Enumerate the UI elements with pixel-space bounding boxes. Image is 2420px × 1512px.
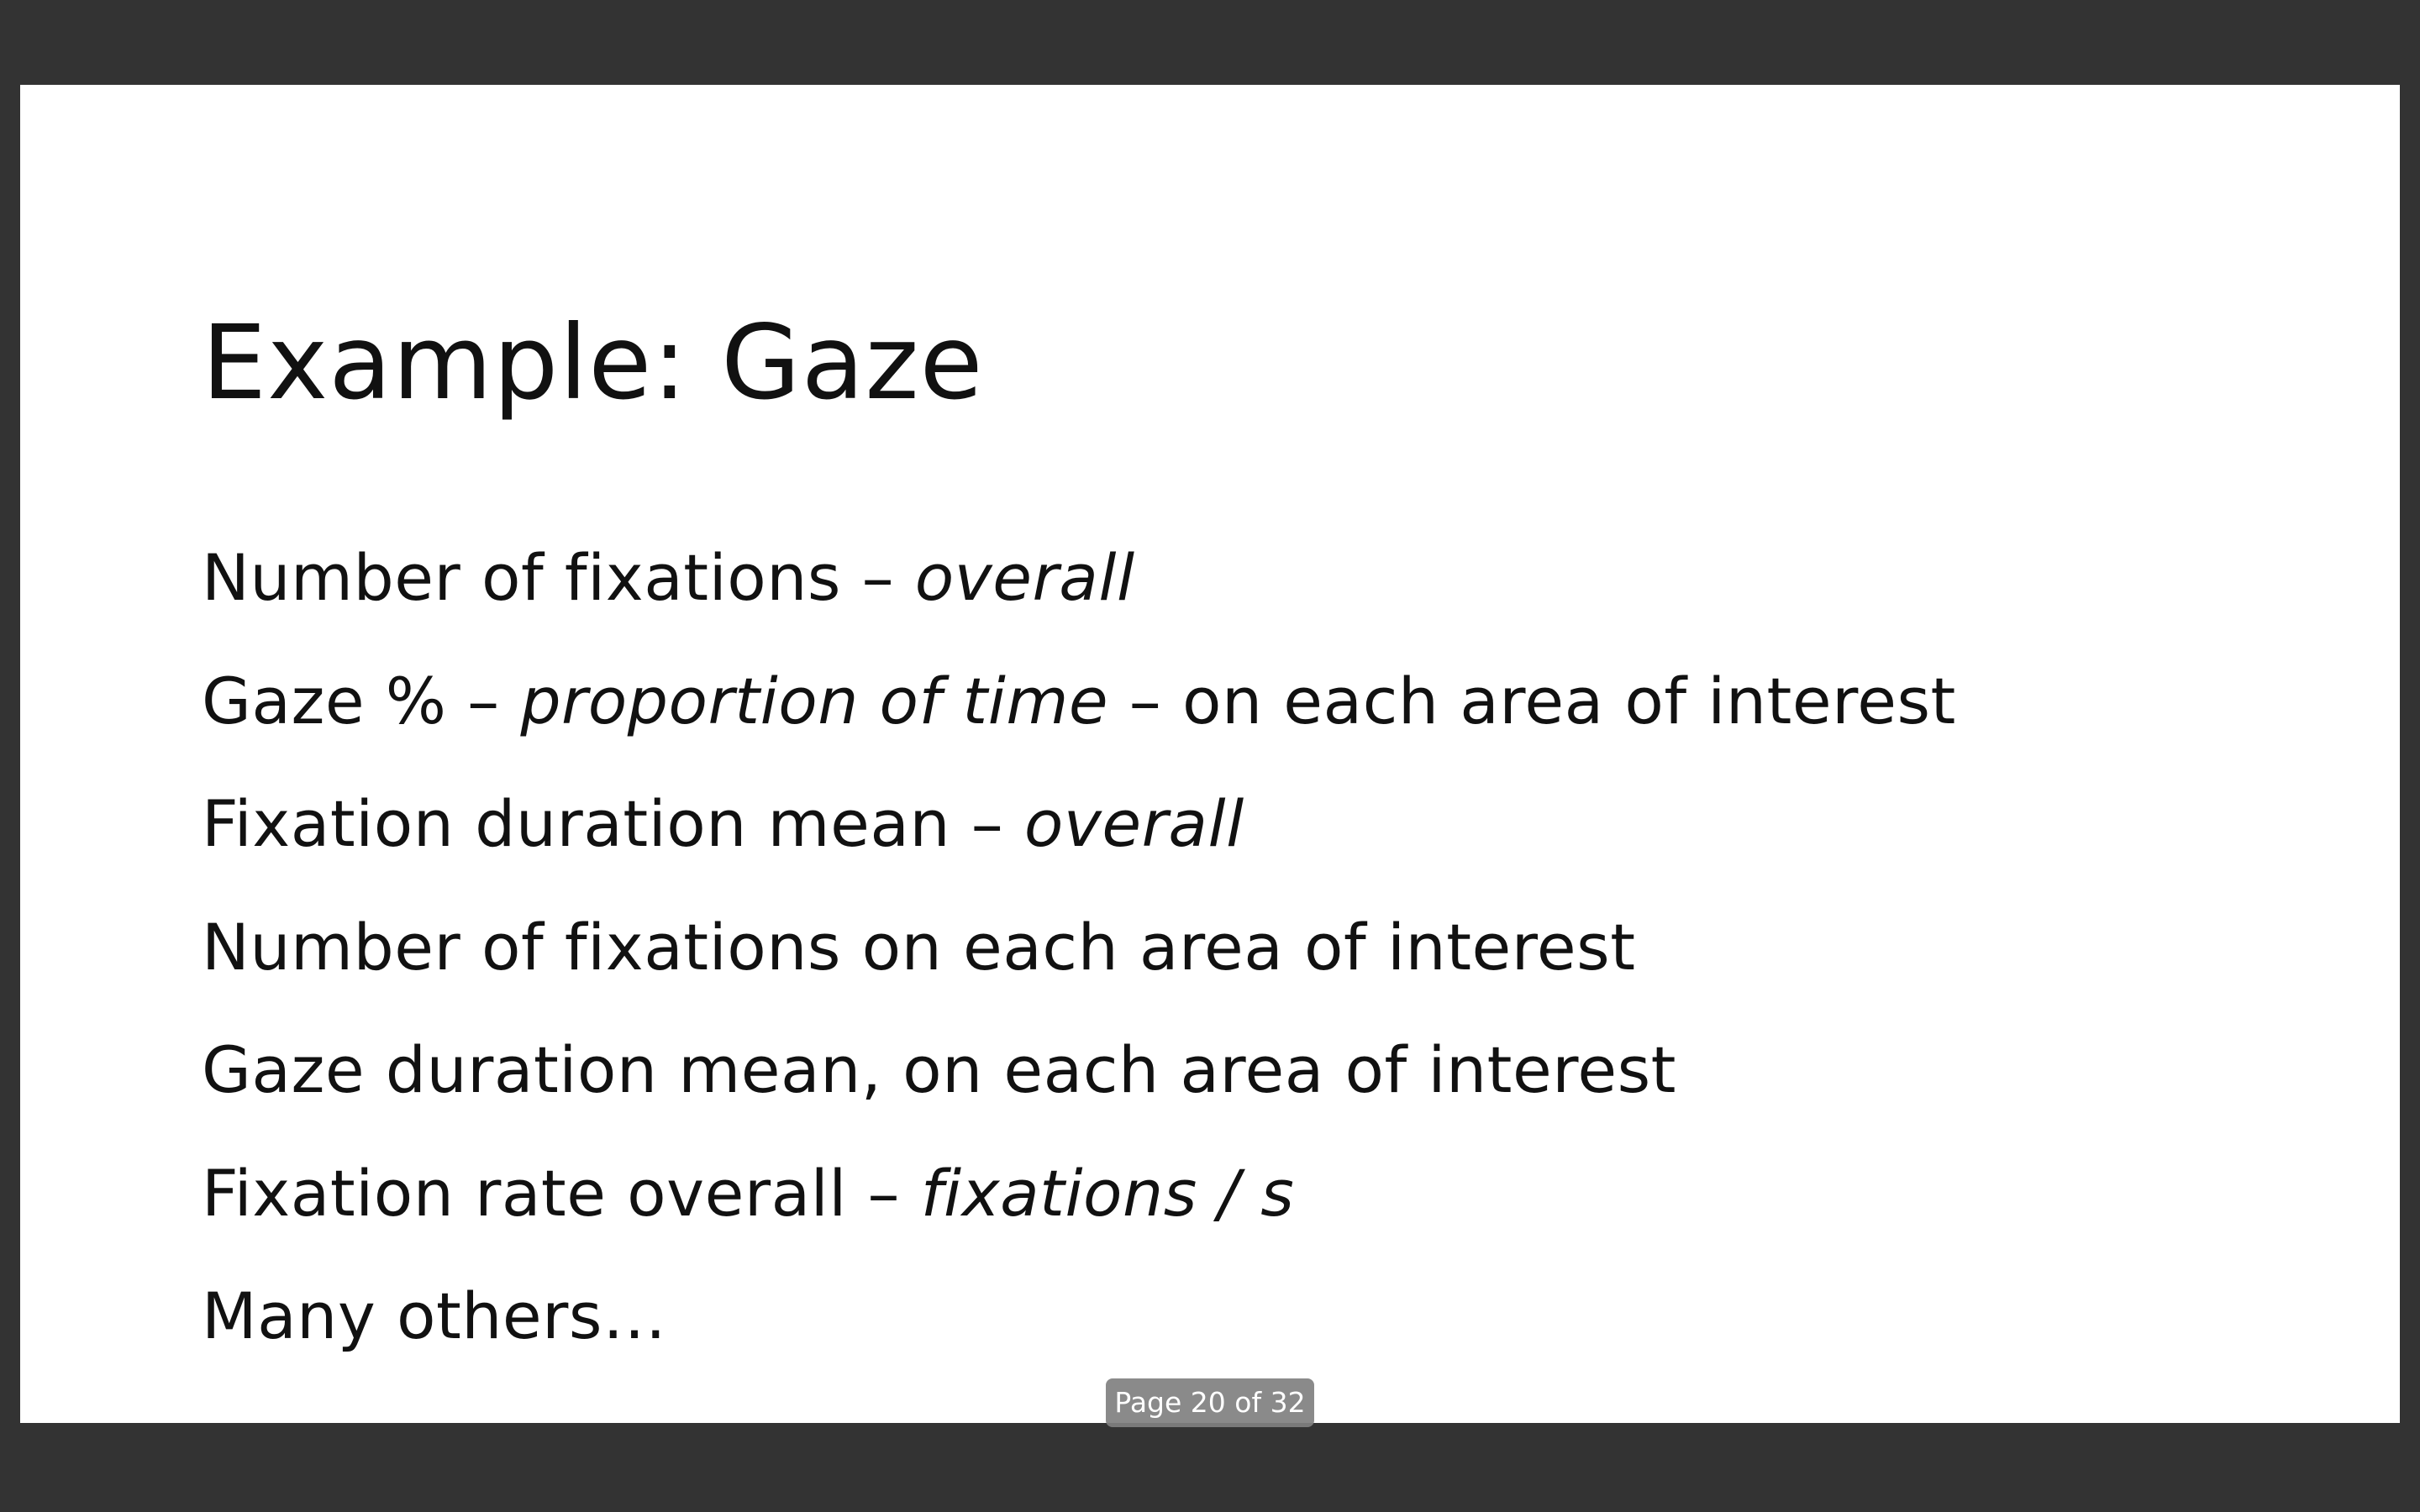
document-viewer[interactable]: Example: Gaze Number of fixations – over… xyxy=(0,0,2420,1512)
bullet-item: Many others… xyxy=(202,1265,1956,1389)
bullet-text: Fixation duration mean – xyxy=(202,786,1024,861)
bullet-item: Fixation duration mean – overall xyxy=(202,773,1956,896)
bullet-text: Many others… xyxy=(202,1278,667,1353)
bullet-item: Gaze duration mean, on each area of inte… xyxy=(202,1019,1956,1142)
bullet-text: Number of fixations on each area of inte… xyxy=(202,909,1636,984)
bullet-item: Fixation rate overall – fixations / s xyxy=(202,1142,1956,1266)
page-indicator: Page 20 of 32 xyxy=(1106,1378,1314,1427)
bullet-text: Gaze duration mean, on each area of inte… xyxy=(202,1032,1676,1107)
bullet-item: Number of fixations – overall xyxy=(202,527,1956,650)
bullet-text-italic: overall xyxy=(1023,786,1244,861)
bullet-text-italic: fixations / s xyxy=(920,1155,1295,1231)
bullet-text-italic: overall xyxy=(914,540,1135,615)
bullet-text: Number of fixations – xyxy=(202,540,915,615)
bullet-item: Gaze % – proportion of time – on each ar… xyxy=(202,650,1956,774)
slide-page: Example: Gaze Number of fixations – over… xyxy=(20,85,2400,1423)
bullet-text: – on each area of interest xyxy=(1108,663,1956,738)
bullet-list: Number of fixations – overall Gaze % – p… xyxy=(202,527,1956,1389)
bullet-text: Gaze % – xyxy=(202,663,521,738)
bullet-text: Fixation rate overall – xyxy=(202,1155,921,1231)
bullet-item: Number of fixations on each area of inte… xyxy=(202,896,1956,1020)
slide-title: Example: Gaze xyxy=(202,303,984,423)
bullet-text-italic: proportion of time xyxy=(520,663,1109,738)
